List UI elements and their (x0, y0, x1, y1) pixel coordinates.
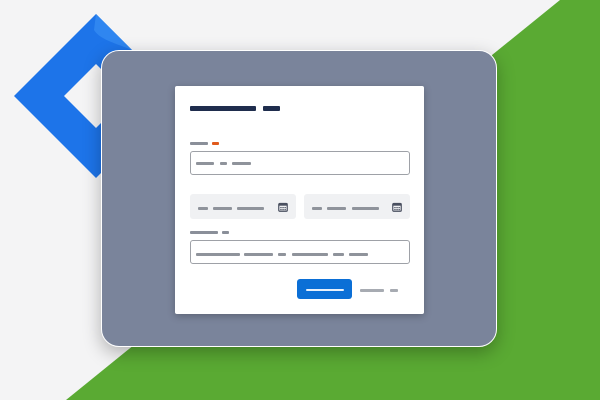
dialog-title-placeholder (190, 106, 256, 111)
calendar-icon-cell (396, 207, 398, 209)
required-marker (212, 142, 219, 145)
field-value-placeholder (196, 253, 240, 256)
calendar-icon[interactable] (278, 202, 288, 212)
calendar-icon-cell (284, 207, 286, 209)
long-text-field[interactable] (190, 240, 410, 264)
submit-button-label-placeholder (306, 289, 344, 291)
field-value-placeholder (220, 162, 227, 165)
calendar-icon-cell (396, 209, 398, 211)
calendar-icon-cell (394, 207, 396, 209)
field-value-placeholder (244, 253, 273, 256)
field-label-placeholder (190, 231, 218, 234)
calendar-icon-cell (398, 207, 400, 209)
calendar-icon-cell (284, 209, 286, 211)
field-label-placeholder (190, 142, 208, 145)
field-label-placeholder (222, 231, 229, 234)
calendar-icon[interactable] (392, 202, 402, 212)
calendar-icon-header (278, 203, 288, 206)
calendar-icon-cell (282, 209, 284, 211)
calendar-icon-cell (394, 209, 396, 211)
date-value-placeholder (198, 207, 208, 210)
dialog-title-placeholder-2 (263, 106, 280, 111)
field-value-placeholder (196, 162, 214, 165)
cancel-link-label-placeholder (360, 289, 384, 292)
date-value-placeholder (213, 207, 232, 210)
calendar-icon-cell (282, 207, 284, 209)
calendar-icon-cell (280, 209, 282, 211)
field-value-placeholder (333, 253, 344, 256)
date-value-placeholder (312, 207, 322, 210)
illustration-stage (0, 0, 600, 400)
field-value-placeholder (232, 162, 251, 165)
date-value-placeholder (237, 207, 264, 210)
calendar-icon-cell (280, 207, 282, 209)
field-value-placeholder (292, 253, 328, 256)
date-value-placeholder (327, 207, 346, 210)
calendar-icon-cell (398, 209, 400, 211)
cancel-link-label-placeholder (390, 289, 398, 292)
calendar-icon-header (392, 203, 402, 206)
field-value-placeholder (349, 253, 368, 256)
date-value-placeholder (352, 207, 379, 210)
field-value-placeholder (278, 253, 286, 256)
